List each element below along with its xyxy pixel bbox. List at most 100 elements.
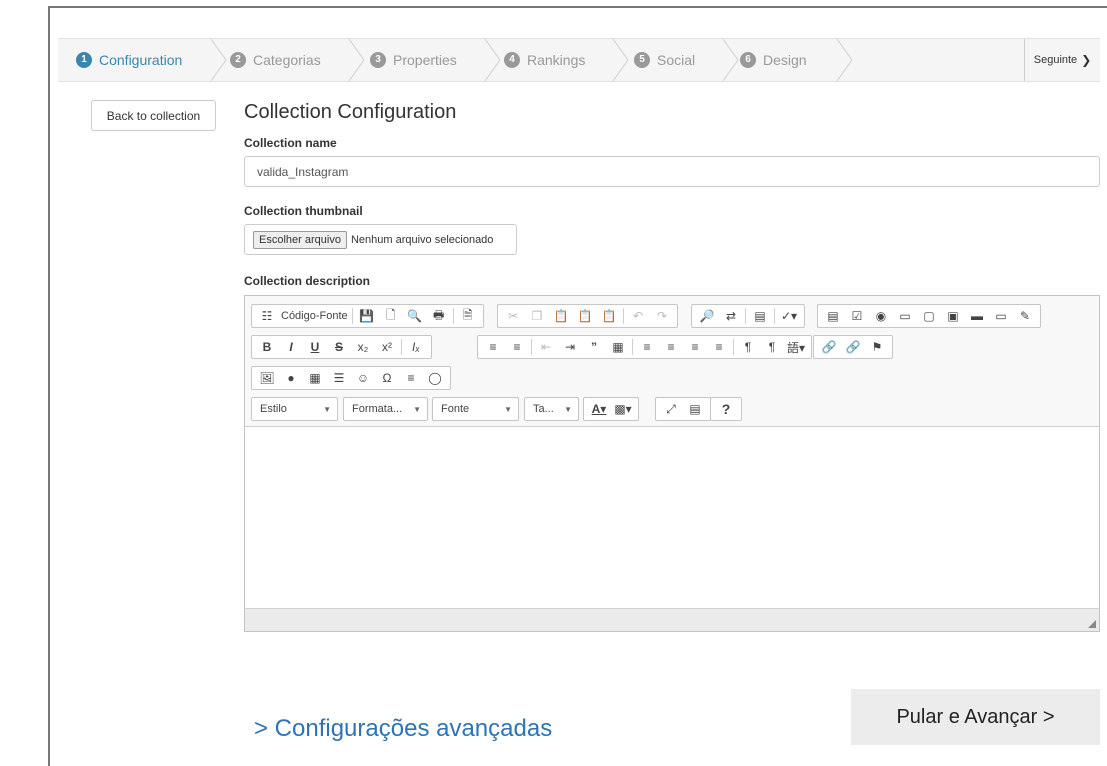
special-char-icon[interactable]: Ω (375, 368, 399, 388)
preview-icon[interactable]: 🔍 (403, 306, 427, 326)
chevron-down-icon: ▼ (413, 404, 421, 414)
step-rankings[interactable]: 4 Rankings (504, 39, 585, 81)
redo-icon[interactable]: ↷ (650, 306, 674, 326)
numbered-list-icon[interactable]: ≡ (481, 337, 505, 357)
text-color-icon[interactable]: A▾ (587, 399, 611, 419)
blockquote-icon[interactable]: ” (582, 337, 606, 357)
step-divider (722, 39, 740, 81)
horizontal-line-icon[interactable]: ☰ (327, 368, 351, 388)
ltr-icon[interactable]: ¶ (736, 337, 760, 357)
maximize-icon[interactable]: ⤢ (659, 399, 683, 419)
form-icon[interactable]: ▤ (821, 306, 845, 326)
wizard-steps: 1 Configuration 2 Categorias 3 Propertie… (58, 38, 1100, 82)
unlink-icon[interactable]: 🔗 (841, 337, 865, 357)
find-icon[interactable]: 🔎 (695, 306, 719, 326)
replace-icon[interactable]: ⇄ (719, 306, 743, 326)
advanced-settings-link[interactable]: > Configurações avançadas (254, 715, 552, 743)
thumbnail-file-input[interactable]: Escolher arquivo Nenhum arquivo selecion… (244, 224, 517, 255)
style-combo[interactable]: Estilo ▼ (251, 397, 338, 421)
hidden-field-icon[interactable]: ✎ (1013, 306, 1037, 326)
checkbox-icon[interactable]: ☑ (845, 306, 869, 326)
step-configuration[interactable]: 1 Configuration (76, 39, 182, 81)
superscript-icon[interactable]: x² (375, 337, 399, 357)
anchor-icon[interactable]: ⚑ (865, 337, 889, 357)
toolbar-group-forms: ▤ ☑ ◉ ▭ ▢ ▣ ▬ ▭ ✎ (817, 304, 1041, 328)
step-design[interactable]: 6 Design (740, 39, 807, 81)
save-icon[interactable]: 💾 (355, 306, 379, 326)
toolbar-group-about: ? (710, 397, 742, 421)
step-divider (210, 39, 228, 81)
collection-name-label: Collection name (244, 136, 337, 150)
collection-description-label: Collection description (244, 274, 371, 288)
step-divider (612, 39, 630, 81)
format-combo[interactable]: Formata... ▼ (343, 397, 428, 421)
flash-icon[interactable]: ● (279, 368, 303, 388)
align-right-icon[interactable]: ≡ (683, 337, 707, 357)
iframe-icon[interactable]: ◯ (423, 368, 447, 388)
outdent-icon[interactable]: ⇤ (534, 337, 558, 357)
div-icon[interactable]: ▦ (606, 337, 630, 357)
bulleted-list-icon[interactable]: ≡ (505, 337, 529, 357)
italic-button[interactable]: I (279, 337, 303, 357)
remove-format-icon[interactable]: Iₓ (404, 337, 428, 357)
back-to-collection-button[interactable]: Back to collection (91, 100, 216, 131)
textarea-icon[interactable]: ▢ (917, 306, 941, 326)
print-icon[interactable]: 🖶 (427, 306, 451, 326)
paste-word-icon[interactable]: 📋 (597, 306, 621, 326)
font-combo[interactable]: Fonte ▼ (432, 397, 519, 421)
toolbar-group-insert: 🖼 ● ▦ ☰ ☺ Ω ≡ ◯ (251, 366, 451, 390)
image-button-icon[interactable]: ▭ (989, 306, 1013, 326)
collection-name-input[interactable]: valida_Instagram (244, 156, 1100, 187)
step-properties[interactable]: 3 Properties (370, 39, 457, 81)
image-icon[interactable]: 🖼 (255, 368, 279, 388)
paste-icon[interactable]: 📋 (549, 306, 573, 326)
text-field-icon[interactable]: ▭ (893, 306, 917, 326)
indent-icon[interactable]: ⇥ (558, 337, 582, 357)
page-break-icon[interactable]: ≡ (399, 368, 423, 388)
source-icon[interactable]: ☷ (255, 306, 279, 326)
select-all-icon[interactable]: ▤ (748, 306, 772, 326)
toolbar-group-links: 🔗 🔗 ⚑ (813, 335, 893, 359)
help-button[interactable]: ? (714, 399, 738, 419)
button-field-icon[interactable]: ▬ (965, 306, 989, 326)
collection-thumbnail-label: Collection thumbnail (244, 204, 363, 218)
toolbar-group-basic-styles: B I U S x₂ x² Iₓ (251, 335, 432, 359)
size-combo-label: Ta... (533, 403, 554, 415)
new-page-icon[interactable]: 🗋 (379, 306, 403, 326)
underline-button[interactable]: U (303, 337, 327, 357)
table-icon[interactable]: ▦ (303, 368, 327, 388)
smiley-icon[interactable]: ☺ (351, 368, 375, 388)
step-number: 4 (504, 52, 520, 68)
select-field-icon[interactable]: ▣ (941, 306, 965, 326)
align-left-icon[interactable]: ≡ (635, 337, 659, 357)
resize-handle-icon[interactable] (1088, 620, 1096, 628)
skip-and-advance-button[interactable]: Pular e Avançar > (851, 689, 1100, 745)
bg-color-icon[interactable]: ▩▾ (611, 399, 635, 419)
link-icon[interactable]: 🔗 (817, 337, 841, 357)
undo-icon[interactable]: ↶ (626, 306, 650, 326)
rtl-icon[interactable]: ¶ (760, 337, 784, 357)
size-combo[interactable]: Ta... ▼ (524, 397, 579, 421)
show-blocks-icon[interactable]: ▤ (683, 399, 707, 419)
choose-file-button[interactable]: Escolher arquivo (253, 230, 347, 249)
step-categorias[interactable]: 2 Categorias (230, 39, 321, 81)
cut-icon[interactable]: ✂ (501, 306, 525, 326)
toolbar-group-paragraph: ≡ ≡ ⇤ ⇥ ” ▦ ≡ ≡ ≡ ≡ ¶ ¶ 語▾ (477, 335, 812, 359)
paste-text-icon[interactable]: 📋 (573, 306, 597, 326)
next-button[interactable]: Seguinte ❯ (1024, 39, 1100, 81)
bold-button[interactable]: B (255, 337, 279, 357)
step-social[interactable]: 5 Social (634, 39, 695, 81)
source-button-label[interactable]: Código-Fonte (279, 306, 350, 326)
spellcheck-icon[interactable]: ✓▾ (777, 306, 801, 326)
strike-button[interactable]: S (327, 337, 351, 357)
editor-content-area[interactable] (245, 427, 1099, 610)
step-label: Properties (393, 52, 457, 68)
radio-icon[interactable]: ◉ (869, 306, 893, 326)
templates-icon[interactable]: 🗎 (456, 306, 480, 326)
subscript-icon[interactable]: x₂ (351, 337, 375, 357)
justify-icon[interactable]: ≡ (707, 337, 731, 357)
language-icon[interactable]: 語▾ (784, 337, 808, 357)
align-center-icon[interactable]: ≡ (659, 337, 683, 357)
copy-icon[interactable]: ❐ (525, 306, 549, 326)
next-label: Seguinte (1033, 54, 1078, 66)
